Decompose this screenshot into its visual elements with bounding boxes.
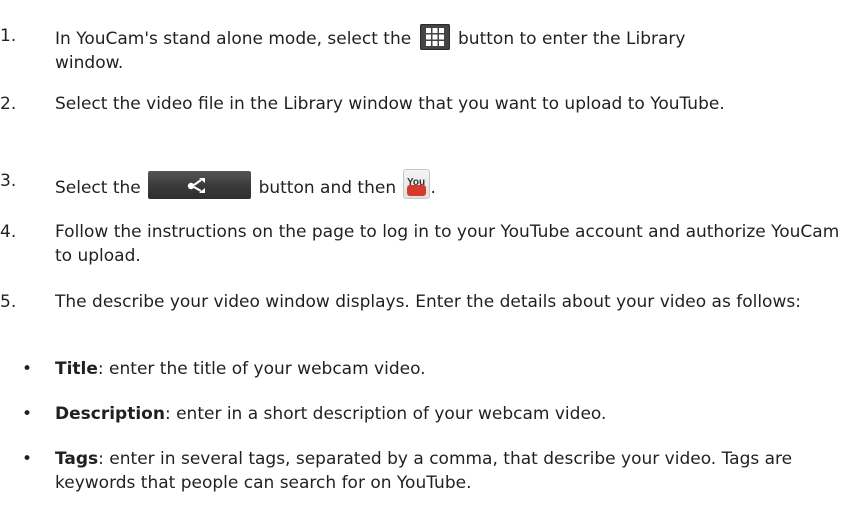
instruction-page: 1. In YouCam's stand alone mode, select … [0,0,855,520]
youtube-tube-box [406,185,426,196]
step-text: Follow the instructions on the page to l… [55,222,840,266]
step-text-part: In YouCam's stand alone mode, select the [55,29,412,49]
bullet-text: Tags: enter in several tags, separated b… [55,447,845,495]
bullet-term: Description [55,404,165,424]
youtube-icon: You [402,169,430,199]
step-number: 2. [0,94,17,114]
bullet-dot: • [22,404,33,424]
bullet-term: Title [55,359,98,379]
library-grid-icon [419,24,450,50]
step-text: The describe your video window displays.… [55,292,801,312]
step-text: In YouCam's stand alone mode, select the… [55,24,845,75]
bullet-desc: : enter in several tags, separated by a … [55,449,793,493]
bullet-dot: • [22,359,33,379]
share-icon [148,171,252,199]
step-text-part: window. [55,53,124,73]
step-number: 4. [0,222,17,242]
bullet-text: Title: enter the title of your webcam vi… [55,357,845,381]
bullet-desc: : enter the title of your webcam video. [97,359,426,379]
bullet-dot: • [22,449,33,469]
bullet-desc: : enter in a short description of your w… [164,404,607,424]
step-text-part: . [430,178,436,198]
step-number: 3. [0,171,17,191]
bullet-term: Tags [55,449,99,469]
bullet-text: Description: enter in a short descriptio… [55,402,845,426]
step-text-part: button and then [258,178,397,198]
step-text-part: button to enter the Library [458,29,686,49]
step-number: 1. [0,26,17,46]
step-text: Select the video file in the Library win… [55,94,725,114]
step-text: Select the button and then You . [55,169,845,200]
step-text-part: Select the [55,178,141,198]
step-number: 5. [0,292,17,312]
